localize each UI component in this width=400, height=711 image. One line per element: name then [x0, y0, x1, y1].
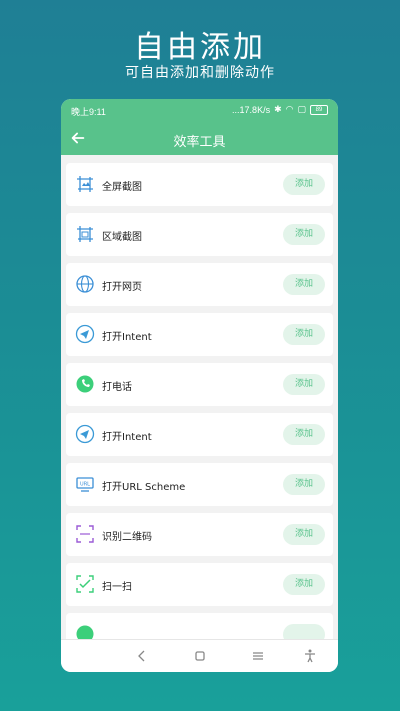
add-button[interactable]: 添加	[283, 424, 325, 445]
item-label: 打开Intent	[102, 432, 152, 443]
status-bar: 晚上9:11 ...17.8K/s ✱ ◠ ▢ 89	[61, 99, 338, 121]
svg-text:URL: URL	[80, 482, 90, 488]
partial-item-icon	[76, 625, 94, 639]
list-item: 区域截图 添加	[66, 213, 333, 256]
network-speed: ...17.8K/s	[232, 104, 271, 115]
list-item: URL 打开URL Scheme 添加	[66, 463, 333, 506]
screenshot-full-icon	[77, 176, 93, 192]
item-label: 识别二维码	[102, 532, 152, 543]
page-title: 效率工具	[173, 135, 226, 150]
status-right: ...17.8K/s ✱ ◠ ▢ 89	[232, 104, 328, 115]
scan-check-icon	[76, 575, 94, 593]
add-button[interactable]: 添加	[283, 474, 325, 495]
item-label: 打电话	[102, 382, 132, 393]
add-button[interactable]: 添加	[283, 224, 325, 245]
add-button[interactable]: 添加	[283, 574, 325, 595]
send-icon	[75, 424, 95, 444]
globe-icon	[76, 275, 94, 293]
list-item-partial	[66, 613, 333, 639]
list-item: 打电话 添加	[66, 363, 333, 406]
add-button[interactable]: 添加	[283, 324, 325, 345]
add-button[interactable]: 添加	[283, 274, 325, 295]
add-button[interactable]: 添加	[283, 174, 325, 195]
phone-frame: 晚上9:11 ...17.8K/s ✱ ◠ ▢ 89 效率工具 全屏截图 添加	[61, 99, 338, 672]
list-item: 识别二维码 添加	[66, 513, 333, 556]
list-item: 打开网页 添加	[66, 263, 333, 306]
phone-icon	[76, 375, 94, 393]
item-label: 打开Intent	[102, 332, 152, 343]
send-icon	[75, 324, 95, 344]
back-nav-icon[interactable]	[134, 648, 150, 664]
url-icon: URL	[76, 477, 94, 492]
bluetooth-icon: ✱	[274, 104, 282, 114]
screenshot-area-icon	[77, 226, 93, 242]
add-button[interactable]	[283, 624, 325, 639]
item-label: 区域截图	[102, 232, 142, 243]
qr-scan-icon	[76, 525, 94, 543]
action-list: 全屏截图 添加 区域截图 添加 打开网页 添加 打开Intent 添加 打电话 …	[61, 155, 338, 639]
list-item: 全屏截图 添加	[66, 163, 333, 206]
list-item: 扫一扫 添加	[66, 563, 333, 606]
accessibility-icon[interactable]	[302, 648, 318, 664]
menu-nav-icon[interactable]	[250, 648, 266, 664]
item-label: 打开网页	[102, 282, 142, 293]
list-item: 打开Intent 添加	[66, 413, 333, 456]
system-nav-bar	[61, 639, 338, 672]
app-bar: 效率工具	[61, 121, 338, 155]
item-label: 全屏截图	[102, 182, 142, 193]
sim-icon: ▢	[297, 104, 306, 114]
home-nav-icon[interactable]	[192, 648, 208, 664]
battery-icon: 89	[310, 104, 328, 115]
list-item: 打开Intent 添加	[66, 313, 333, 356]
hero-title: 自由添加	[134, 30, 266, 65]
add-button[interactable]: 添加	[283, 524, 325, 545]
wifi-icon: ◠	[285, 104, 294, 114]
item-label: 打开URL Scheme	[102, 482, 186, 493]
add-button[interactable]: 添加	[283, 374, 325, 395]
status-time: 晚上9:11	[71, 107, 106, 117]
hero-subtitle: 可自由添加和删除动作	[125, 65, 275, 81]
item-label: 扫一扫	[102, 582, 132, 593]
